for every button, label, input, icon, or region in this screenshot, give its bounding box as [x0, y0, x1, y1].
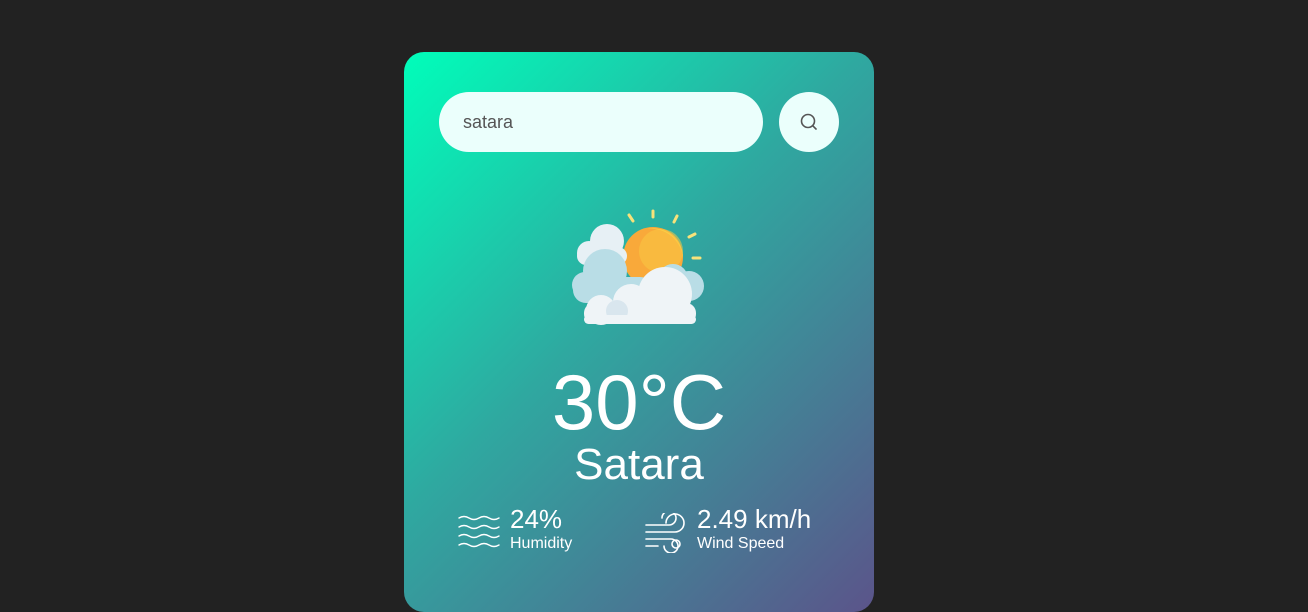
- partly-cloudy-icon: [572, 209, 704, 325]
- search-button[interactable]: [779, 92, 839, 152]
- weather-details: 24% Humidity 2.49 km/h Wind Speed: [404, 504, 874, 564]
- humidity-block: 24% Humidity: [458, 504, 572, 554]
- humidity-label: Humidity: [510, 535, 573, 552]
- search-icon: [800, 113, 817, 130]
- humidity-value: 24%: [510, 504, 563, 534]
- weather-card: 30°C Satara 24% Humidity: [404, 52, 874, 612]
- wind-label: Wind Speed: [697, 535, 785, 552]
- search-input[interactable]: [439, 92, 763, 152]
- humidity-waves-icon: [458, 515, 500, 548]
- wind-text: 2.49 km/h Wind Speed: [697, 504, 811, 554]
- wind-icon: [645, 513, 685, 553]
- humidity-text: 24% Humidity: [510, 504, 572, 554]
- wind-value: 2.49 km/h: [697, 504, 812, 534]
- search-bar: [439, 92, 839, 152]
- wind-block: 2.49 km/h Wind Speed: [645, 504, 811, 554]
- temperature: 30°C: [551, 358, 727, 446]
- city-name: Satara: [574, 440, 704, 489]
